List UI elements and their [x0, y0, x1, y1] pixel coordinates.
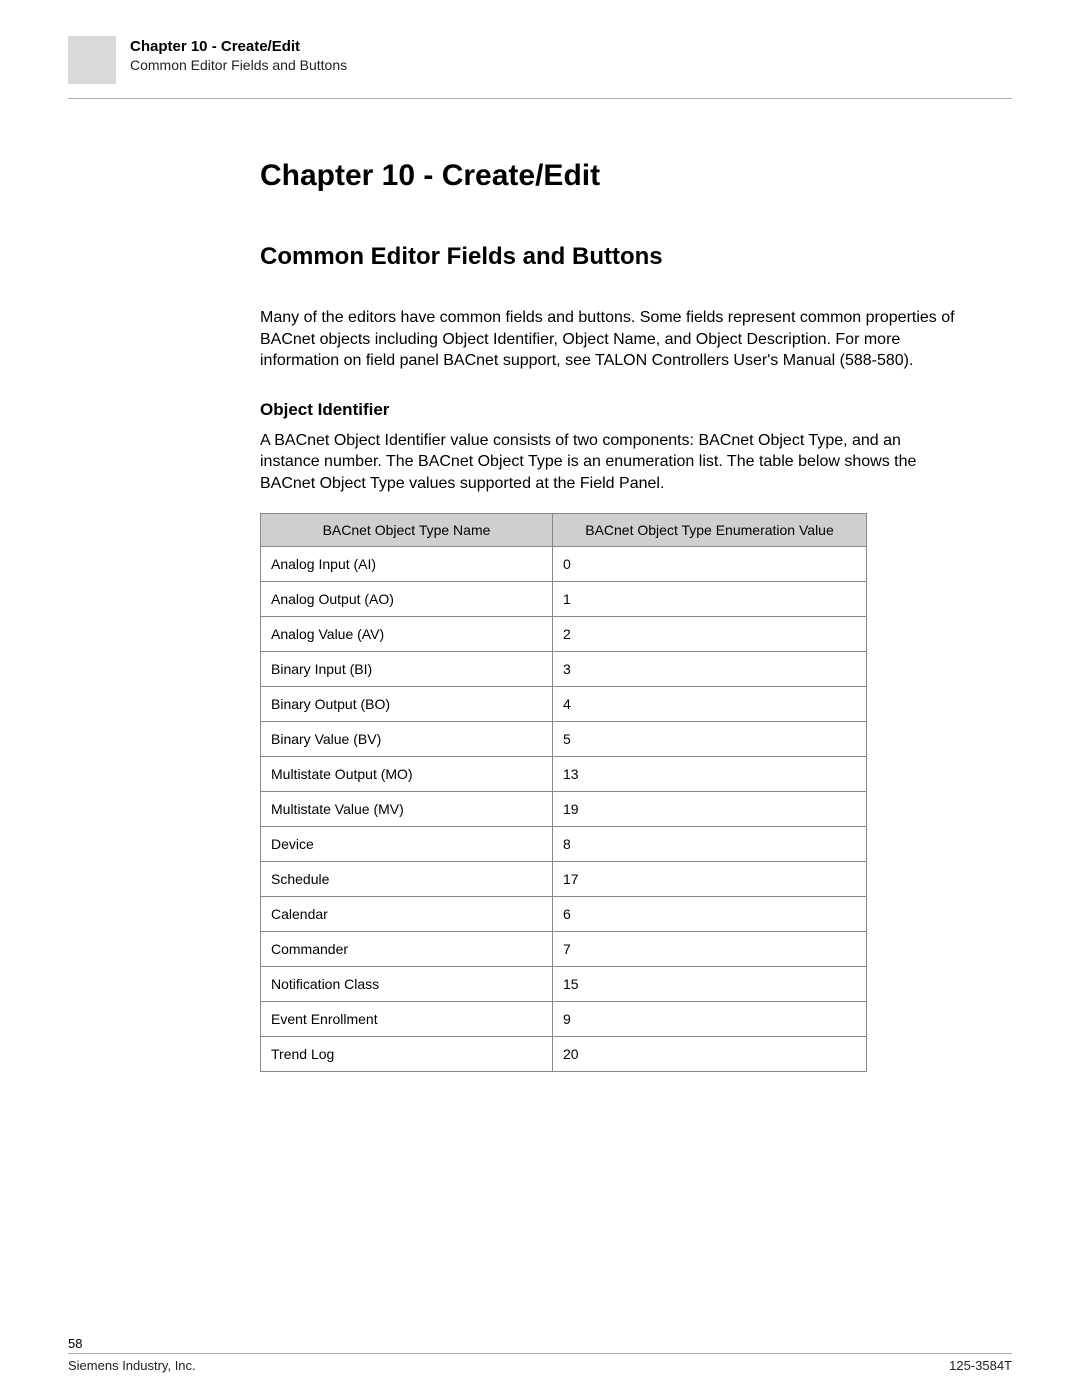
table-row: Multistate Output (MO)13	[261, 756, 867, 791]
table-cell-value: 6	[553, 896, 867, 931]
footer-company: Siemens Industry, Inc.	[68, 1358, 196, 1373]
header-chapter-label: Chapter 10 - Create/Edit	[130, 38, 347, 55]
page-footer: 58 Siemens Industry, Inc. 125-3584T	[68, 1336, 1012, 1373]
object-type-table: BACnet Object Type Name BACnet Object Ty…	[260, 513, 867, 1072]
table-cell-value: 17	[553, 861, 867, 896]
content-area: Chapter 10 - Create/Edit Common Editor F…	[260, 99, 960, 1072]
table-header-value: BACnet Object Type Enumeration Value	[553, 513, 867, 546]
table-cell-value: 15	[553, 966, 867, 1001]
page-header: Chapter 10 - Create/Edit Common Editor F…	[68, 36, 1012, 99]
page: Chapter 10 - Create/Edit Common Editor F…	[0, 0, 1080, 1397]
table-row: Device8	[261, 826, 867, 861]
table-cell-name: Binary Input (BI)	[261, 651, 553, 686]
header-subtitle: Common Editor Fields and Buttons	[130, 57, 347, 73]
header-logo-placeholder	[68, 36, 116, 84]
table-cell-name: Commander	[261, 931, 553, 966]
table-header-row: BACnet Object Type Name BACnet Object Ty…	[261, 513, 867, 546]
table-row: Binary Output (BO)4	[261, 686, 867, 721]
table-row: Analog Output (AO)1	[261, 581, 867, 616]
table-cell-value: 5	[553, 721, 867, 756]
table-cell-name: Binary Output (BO)	[261, 686, 553, 721]
table-cell-name: Binary Value (BV)	[261, 721, 553, 756]
table-cell-name: Analog Output (AO)	[261, 581, 553, 616]
intro-paragraph: Many of the editors have common fields a…	[260, 307, 960, 372]
table-row: Binary Input (BI)3	[261, 651, 867, 686]
table-cell-value: 20	[553, 1036, 867, 1071]
table-cell-value: 1	[553, 581, 867, 616]
page-number: 58	[68, 1336, 1012, 1351]
table-cell-value: 13	[553, 756, 867, 791]
table-cell-name: Notification Class	[261, 966, 553, 1001]
table-cell-name: Device	[261, 826, 553, 861]
section-title: Common Editor Fields and Buttons	[260, 243, 960, 271]
table-cell-name: Multistate Output (MO)	[261, 756, 553, 791]
footer-line: Siemens Industry, Inc. 125-3584T	[68, 1353, 1012, 1373]
table-row: Binary Value (BV)5	[261, 721, 867, 756]
table-row: Calendar6	[261, 896, 867, 931]
table-cell-name: Analog Value (AV)	[261, 616, 553, 651]
table-cell-value: 2	[553, 616, 867, 651]
sub-paragraph: A BACnet Object Identifier value consist…	[260, 430, 960, 495]
header-text-block: Chapter 10 - Create/Edit Common Editor F…	[130, 36, 347, 73]
footer-doc-number: 125-3584T	[949, 1358, 1012, 1373]
table-cell-value: 7	[553, 931, 867, 966]
table-cell-name: Multistate Value (MV)	[261, 791, 553, 826]
table-header-name: BACnet Object Type Name	[261, 513, 553, 546]
table-row: Notification Class15	[261, 966, 867, 1001]
table-cell-value: 8	[553, 826, 867, 861]
table-cell-value: 4	[553, 686, 867, 721]
table-row: Event Enrollment9	[261, 1001, 867, 1036]
table-cell-name: Schedule	[261, 861, 553, 896]
table-cell-value: 19	[553, 791, 867, 826]
subsection-title: Object Identifier	[260, 400, 960, 420]
table-cell-value: 9	[553, 1001, 867, 1036]
table-row: Analog Input (AI)0	[261, 546, 867, 581]
table-cell-name: Trend Log	[261, 1036, 553, 1071]
table-cell-name: Event Enrollment	[261, 1001, 553, 1036]
chapter-title: Chapter 10 - Create/Edit	[260, 159, 960, 193]
table-cell-name: Calendar	[261, 896, 553, 931]
table-row: Trend Log20	[261, 1036, 867, 1071]
table-row: Commander7	[261, 931, 867, 966]
table-cell-value: 3	[553, 651, 867, 686]
table-row: Analog Value (AV)2	[261, 616, 867, 651]
table-row: Multistate Value (MV)19	[261, 791, 867, 826]
table-row: Schedule17	[261, 861, 867, 896]
table-cell-name: Analog Input (AI)	[261, 546, 553, 581]
table-cell-value: 0	[553, 546, 867, 581]
